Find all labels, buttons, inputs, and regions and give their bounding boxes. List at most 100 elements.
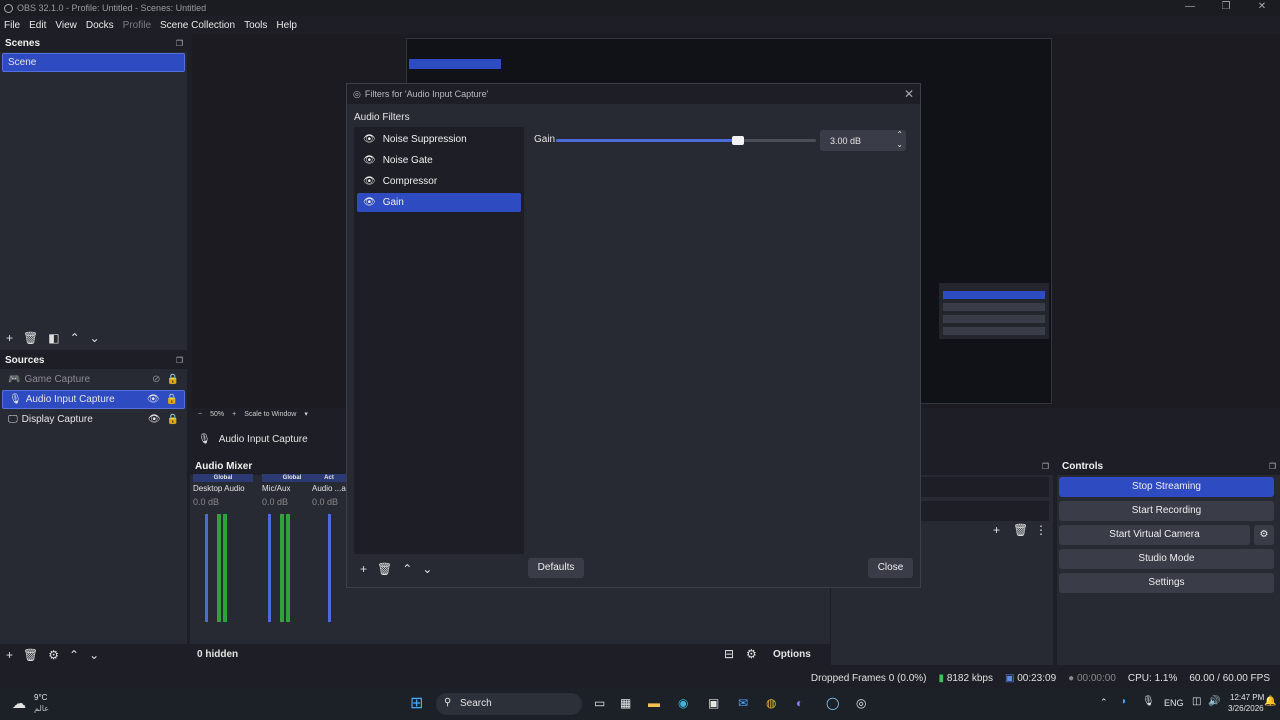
volume-slider[interactable] [328,514,331,622]
dialog-close-button[interactable]: Close [868,558,913,578]
menu-docks[interactable]: Docks [86,20,114,31]
eye-icon[interactable]: 👁 [363,155,376,166]
options-button[interactable]: Options [773,649,811,660]
scale-mode[interactable]: Scale to Window [244,411,296,418]
add-scene-icon[interactable]: + [6,331,13,345]
move-down-icon[interactable]: ⌄ [422,562,432,576]
remove-transition-icon[interactable]: 🗑 [1013,523,1028,537]
lock-icon[interactable]: 🔒 [167,414,179,425]
weather-temp: 9°C [34,693,48,702]
more-options-icon[interactable]: ⋮ [1035,523,1047,537]
task-view-icon[interactable]: ▭ [594,696,605,710]
file-explorer-icon[interactable]: ▬ [648,696,660,710]
cloud-icon: ☁ [12,695,26,711]
language[interactable]: ENG [1164,698,1184,708]
chevron-down-icon[interactable]: ▾ [304,410,308,418]
filter-item-compressor[interactable]: 👁 Compressor [357,172,521,191]
mail-icon[interactable]: ✉ [738,696,748,710]
network-icon[interactable]: ◑ [1120,696,1126,707]
stop-streaming-button[interactable]: Stop Streaming [1059,477,1274,497]
lock-icon[interactable]: 🔒 [166,394,178,405]
scene-list-item[interactable]: Scene [2,53,185,72]
eye-icon[interactable]: 👁 [363,197,376,208]
chrome-icon[interactable]: ◍ [766,696,776,710]
chevron-up-icon[interactable]: ⌃ [1100,697,1108,708]
float-dock-icon[interactable]: ❐ [1269,462,1276,471]
menu-help[interactable]: Help [276,20,297,31]
source-item-display-capture[interactable]: 🖵 Display Capture 👁 🔒 [2,410,185,429]
move-down-icon[interactable]: ⌄ [90,331,100,345]
float-dock-icon[interactable]: ❐ [176,356,183,365]
source-item-audio-input-capture[interactable]: 🎙 Audio Input Capture 👁 🔒 [2,390,185,409]
remove-scene-icon[interactable]: 🗑 [23,331,38,345]
zoom-in-button[interactable]: + [232,411,236,418]
app-icon[interactable]: ◯ [826,696,839,710]
filter-item-noise-suppression[interactable]: 👁 Noise Suppression [357,130,521,149]
dialog-close-icon[interactable]: ✕ [904,87,914,101]
eye-icon[interactable]: 👁 [363,176,376,187]
edge-icon[interactable]: ◉ [678,696,688,710]
add-transition-icon[interactable]: + [993,523,1000,537]
mixer-layout-icon[interactable]: ⊟ [724,647,734,661]
gain-slider-track[interactable] [556,136,816,145]
zoom-out-button[interactable]: − [198,411,202,418]
add-filter-icon[interactable]: + [360,562,367,576]
app-icon[interactable]: ▦ [620,696,631,710]
move-up-icon[interactable]: ⌃ [402,562,412,576]
transition-duration[interactable] [921,501,1049,521]
eye-icon[interactable]: 👁 [363,134,376,145]
eye-icon[interactable]: 👁 [148,414,161,425]
menu-edit[interactable]: Edit [29,20,46,31]
studio-mode-button[interactable]: Studio Mode [1059,549,1274,569]
move-up-icon[interactable]: ⌃ [69,648,79,662]
visibility-hidden-icon[interactable]: ⊘ [152,374,160,385]
remove-filter-icon[interactable]: 🗑 [377,562,392,576]
eye-icon[interactable]: 👁 [147,394,160,405]
menu-view[interactable]: View [55,20,77,31]
scenes-title: Scenes [5,37,41,49]
add-source-icon[interactable]: + [6,648,13,662]
remove-source-icon[interactable]: 🗑 [23,648,38,662]
filter-item-noise-gate[interactable]: 👁 Noise Gate [357,151,521,170]
spin-arrows-icon[interactable]: ⌃ ⌄ [896,130,903,150]
start-recording-button[interactable]: Start Recording [1059,501,1274,521]
menu-profile[interactable]: Profile [123,20,151,31]
move-up-icon[interactable]: ⌃ [70,331,80,345]
menu-tools[interactable]: Tools [244,20,267,31]
transition-select[interactable] [921,477,1049,497]
lock-icon[interactable]: 🔒 [167,374,179,385]
obs-icon[interactable]: ◎ [856,696,866,710]
close-button[interactable]: ✕ [1244,0,1280,16]
source-item-game-capture[interactable]: 🎮 Game Capture ⊘ 🔒 [2,370,185,389]
float-dock-icon[interactable]: ❐ [176,39,183,48]
filter-item-gain[interactable]: 👁 Gain [357,193,521,212]
channel-name[interactable]: Desktop Audio [193,484,253,493]
speaker-icon[interactable]: 🔊 [1208,696,1220,707]
move-down-icon[interactable]: ⌄ [89,648,99,662]
channel-name[interactable]: Audio ...a [312,484,346,493]
volume-slider[interactable] [268,514,271,622]
wifi-icon[interactable]: ◫ [1192,696,1201,707]
maximize-button[interactable]: ❐ [1208,0,1244,16]
menu-scene-collection[interactable]: Scene Collection [160,20,235,31]
microphone-icon[interactable]: 🎙 [1142,696,1155,707]
settings-button[interactable]: Settings [1059,573,1274,593]
float-dock-icon[interactable]: ❐ [1042,462,1049,471]
store-icon[interactable]: ▣ [708,696,719,710]
nested-scene-highlight [409,59,501,69]
start-virtual-camera-button[interactable]: Start Virtual Camera [1059,525,1250,545]
gain-slider-handle[interactable] [732,136,744,145]
gain-value-spinbox[interactable]: 3.00 dB ⌃ ⌄ [820,130,906,151]
defaults-button[interactable]: Defaults [528,558,584,578]
virtual-camera-settings-icon[interactable]: ⚙ [1254,525,1274,545]
volume-slider[interactable] [205,514,208,622]
menu-file[interactable]: File [4,20,20,31]
source-properties-icon[interactable]: ⚙ [48,648,59,662]
discord-icon[interactable]: ◐ [796,696,803,710]
notification-icon[interactable]: 🔔 [1264,696,1276,707]
taskbar-search[interactable]: ⚲ Search [436,693,582,715]
scene-filters-icon[interactable]: ◧ [48,331,59,345]
advanced-audio-icon[interactable]: ⚙ [746,647,757,661]
minimize-button[interactable]: — [1172,0,1208,16]
windows-start-icon[interactable]: ⊞ [410,693,423,713]
